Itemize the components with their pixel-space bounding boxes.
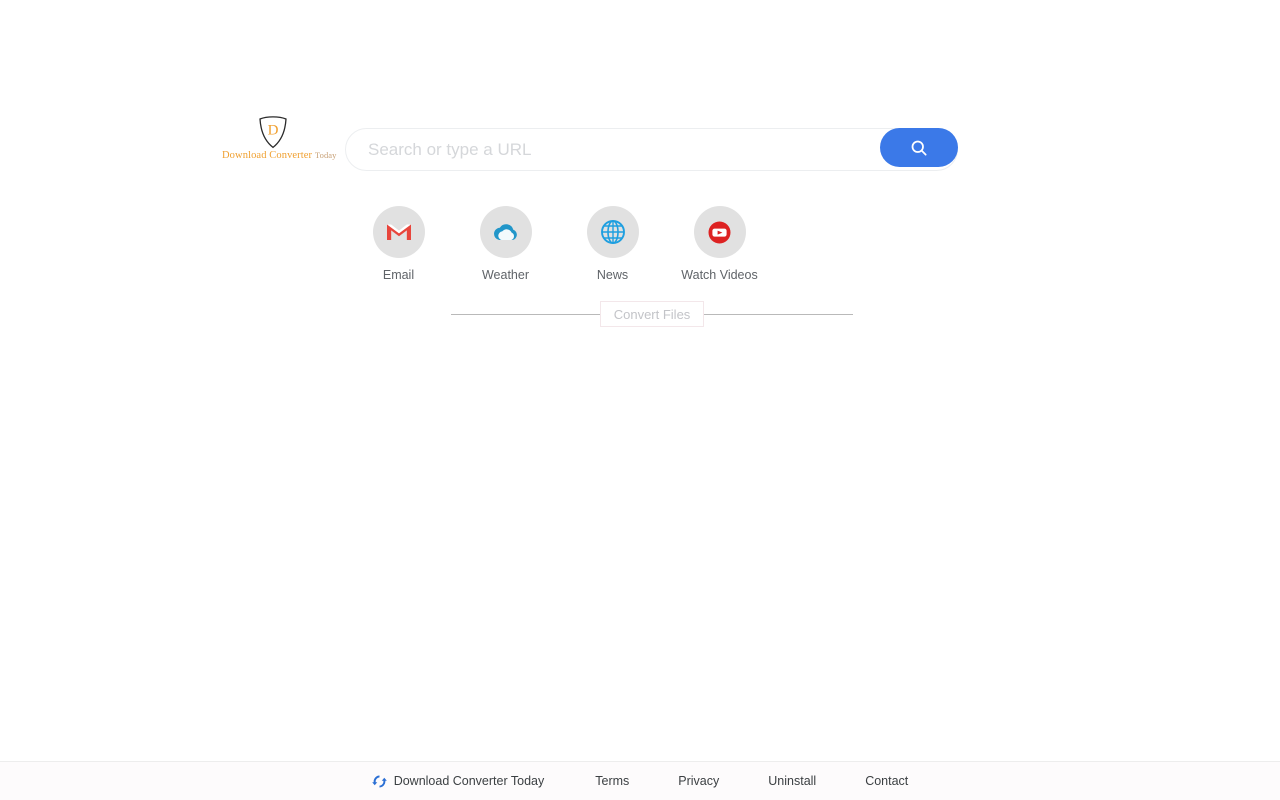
footer-link-terms[interactable]: Terms [595, 774, 629, 788]
shortcut-email[interactable]: Email [345, 206, 452, 282]
youtube-icon [708, 221, 731, 243]
shortcut-icon-circle [372, 206, 425, 258]
search-bar [345, 128, 958, 171]
footer: Download Converter Today Terms Privacy U… [0, 761, 1280, 800]
footer-link-privacy[interactable]: Privacy [678, 774, 719, 788]
globe-icon [600, 220, 625, 244]
brand-logo[interactable]: D Download Converter Today [222, 115, 336, 161]
shortcut-list: Email Weather News Watch Videos [345, 206, 805, 286]
gmail-icon [386, 224, 411, 240]
shortcut-watch-videos[interactable]: Watch Videos [666, 206, 773, 282]
shortcut-label: News [596, 268, 629, 282]
convert-files-label: Convert Files [613, 306, 691, 322]
shortcut-icon-circle [693, 206, 746, 258]
shortcut-icon-circle [479, 206, 532, 258]
cloud-icon [493, 224, 517, 240]
footer-link-uninstall[interactable]: Uninstall [768, 774, 816, 788]
divider-right [704, 313, 854, 315]
footer-brand-link[interactable]: Download Converter Today [371, 774, 545, 789]
footer-link-contact[interactable]: Contact [865, 774, 908, 788]
brand-name-sub: Today [314, 150, 337, 160]
header: D Download Converter Today [0, 110, 1280, 180]
brand-wordmark: Download Converter Today [222, 150, 336, 161]
shortcut-weather[interactable]: Weather [452, 206, 559, 282]
shortcut-icon-circle [586, 206, 639, 258]
brand-name-main: Download Converter [222, 150, 313, 161]
convert-arrows-icon [371, 775, 387, 787]
shortcut-label: Email [382, 268, 415, 282]
search-icon [911, 140, 927, 156]
search-button[interactable] [880, 128, 958, 167]
brand-badge-letter: D [268, 123, 279, 139]
search-input[interactable] [345, 128, 958, 171]
convert-files-button[interactable]: Convert Files [599, 301, 705, 327]
shortcut-label: Weather [481, 268, 529, 282]
shield-badge-icon: D [259, 116, 287, 149]
shortcut-news[interactable]: News [559, 206, 666, 282]
footer-links: Download Converter Today Terms Privacy U… [371, 774, 908, 789]
divider-left [451, 313, 600, 315]
shortcut-label: Watch Videos [681, 268, 758, 282]
convert-files-section: Convert Files [451, 300, 854, 328]
footer-brand-label: Download Converter Today [393, 774, 545, 788]
